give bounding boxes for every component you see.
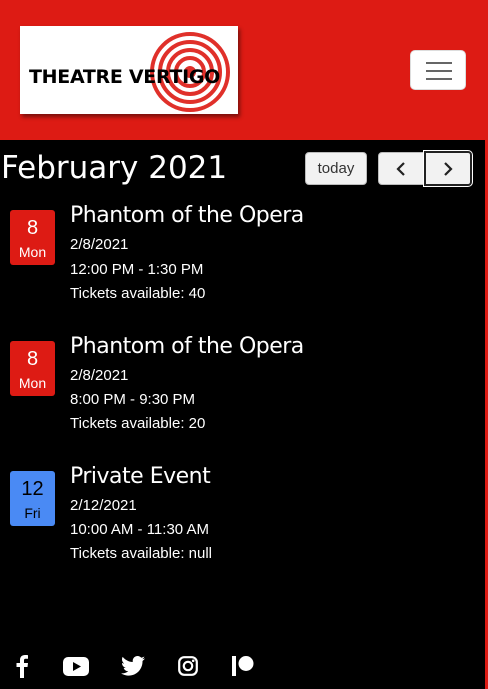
event-time: 10:00 AM - 11:30 AM	[70, 521, 209, 538]
logo-text: THEATRE VERTIGO	[29, 66, 220, 88]
patreon-icon	[232, 656, 254, 676]
prev-button[interactable]	[378, 152, 424, 185]
theatre-vertigo-logo[interactable]: THEATRE VERTIGO	[20, 26, 238, 114]
next-button[interactable]	[423, 150, 473, 187]
instagram-icon	[178, 656, 198, 676]
chevron-right-icon	[444, 161, 453, 176]
today-button[interactable]: today	[305, 152, 367, 185]
chevron-left-icon	[396, 161, 405, 176]
youtube-link[interactable]	[62, 653, 90, 679]
event-tickets: Tickets available: 40	[70, 285, 206, 302]
twitter-icon	[121, 656, 145, 676]
event-title[interactable]: Phantom of the Opera	[70, 334, 304, 359]
event-time: 8:00 PM - 9:30 PM	[70, 391, 196, 408]
event-item[interactable]: 12 Fri Private Event 2/12/2021 10:00 AM …	[0, 464, 480, 574]
event-weekday: Mon	[18, 375, 47, 391]
event-item[interactable]: 8 Mon Phantom of the Opera 2/8/2021 12:0…	[0, 203, 480, 313]
event-day: 12	[21, 478, 44, 500]
event-title[interactable]: Phantom of the Opera	[70, 203, 304, 228]
event-date: 2/8/2021	[70, 236, 129, 253]
youtube-icon	[63, 656, 89, 676]
event-date-badge: 12 Fri	[10, 471, 55, 526]
event-date-badge: 8 Mon	[10, 341, 55, 396]
twitter-link[interactable]	[120, 653, 146, 679]
instagram-link[interactable]	[176, 653, 200, 679]
event-title[interactable]: Private Event	[70, 464, 211, 489]
facebook-link[interactable]	[12, 653, 32, 679]
event-date: 2/12/2021	[70, 497, 137, 514]
patreon-link[interactable]	[230, 653, 256, 679]
event-item[interactable]: 8 Mon Phantom of the Opera 2/8/2021 8:00…	[0, 334, 480, 444]
event-day: 8	[26, 348, 39, 370]
calendar-title: February 2021	[1, 150, 228, 186]
site-header: THEATRE VERTIGO	[0, 0, 488, 140]
hamburger-icon-bar	[426, 78, 452, 80]
event-time: 12:00 PM - 1:30 PM	[70, 261, 204, 278]
event-weekday: Mon	[18, 244, 47, 260]
facebook-icon	[16, 655, 28, 678]
event-tickets: Tickets available: 20	[70, 415, 206, 432]
event-date-badge: 8 Mon	[10, 210, 55, 265]
event-date: 2/8/2021	[70, 367, 129, 384]
event-day: 8	[26, 217, 39, 239]
event-tickets: Tickets available: null	[70, 545, 213, 562]
event-weekday: Fri	[24, 505, 41, 521]
hamburger-icon-bar	[426, 70, 452, 72]
menu-toggle-button[interactable]	[410, 50, 466, 90]
hamburger-icon	[426, 62, 452, 64]
